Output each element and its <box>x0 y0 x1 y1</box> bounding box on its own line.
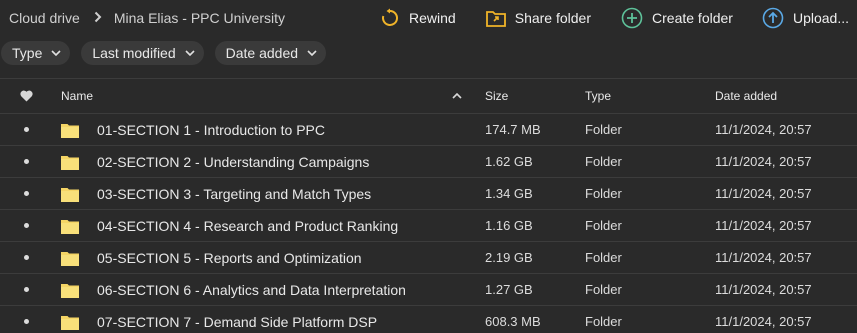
upload-button[interactable]: Upload... <box>762 7 849 29</box>
table-row[interactable]: 07-SECTION 7 - Demand Side Platform DSP … <box>0 306 857 333</box>
type-column-header[interactable]: Type <box>585 89 715 103</box>
create-folder-label: Create folder <box>652 10 733 26</box>
favourite-dot-icon[interactable] <box>23 255 29 260</box>
filter-last-modified[interactable]: Last modified <box>81 41 204 65</box>
name-column-label: Name <box>61 89 94 103</box>
favourite-column-header[interactable] <box>0 90 56 102</box>
favourite-dot-icon[interactable] <box>23 191 29 196</box>
filter-date-added[interactable]: Date added <box>214 41 327 65</box>
rewind-label: Rewind <box>409 10 456 26</box>
heart-icon <box>20 90 33 102</box>
chevron-right-icon <box>94 11 102 26</box>
file-name: 07-SECTION 7 - Demand Side Platform DSP <box>97 313 378 330</box>
breadcrumb: Cloud drive Mina Elias - PPC University <box>0 10 285 26</box>
file-size: 1.62 GB <box>485 154 533 169</box>
favourite-dot-icon[interactable] <box>23 127 29 132</box>
file-type: Folder <box>585 122 622 137</box>
chevron-down-icon <box>51 50 61 56</box>
filter-last-modified-label: Last modified <box>92 45 176 61</box>
file-name: 03-SECTION 3 - Targeting and Match Types <box>97 185 372 202</box>
file-name: 06-SECTION 6 - Analytics and Data Interp… <box>97 281 406 298</box>
table-row[interactable]: 01-SECTION 1 - Introduction to PPC 174.7… <box>0 114 857 146</box>
share-folder-button[interactable]: Share folder <box>485 9 592 27</box>
table-body: 01-SECTION 1 - Introduction to PPC 174.7… <box>0 114 857 333</box>
file-type: Folder <box>585 314 622 329</box>
file-date-added: 11/1/2024, 20:57 <box>715 186 812 201</box>
favourite-dot-icon[interactable] <box>23 319 29 324</box>
share-folder-icon <box>485 9 506 27</box>
date-added-column-header[interactable]: Date added <box>715 89 857 103</box>
folder-icon <box>61 251 79 266</box>
file-name: 01-SECTION 1 - Introduction to PPC <box>97 121 325 138</box>
table-row[interactable]: 02-SECTION 2 - Understanding Campaigns 1… <box>0 146 857 178</box>
upload-label: Upload... <box>792 10 849 26</box>
file-date-added: 11/1/2024, 20:57 <box>715 218 812 233</box>
plus-circle-icon <box>621 7 643 29</box>
file-name: 04-SECTION 4 - Research and Product Rank… <box>97 217 399 234</box>
folder-icon <box>61 155 79 170</box>
chevron-down-icon <box>185 50 195 56</box>
filter-date-added-label: Date added <box>225 45 299 61</box>
file-size: 1.16 GB <box>485 218 533 233</box>
size-column-header[interactable]: Size <box>485 89 585 103</box>
filter-type[interactable]: Type <box>1 41 71 65</box>
file-date-added: 11/1/2024, 20:57 <box>715 314 812 329</box>
folder-icon <box>61 315 79 330</box>
file-type: Folder <box>585 218 622 233</box>
file-name: 05-SECTION 5 - Reports and Optimization <box>97 249 362 266</box>
file-size: 608.3 MB <box>485 314 541 329</box>
share-folder-label: Share folder <box>514 10 592 26</box>
file-type: Folder <box>585 186 622 201</box>
file-date-added: 11/1/2024, 20:57 <box>715 154 812 169</box>
file-type: Folder <box>585 250 622 265</box>
table-header: Name Size Type Date added <box>0 78 857 114</box>
filter-type-label: Type <box>12 45 43 61</box>
file-date-added: 11/1/2024, 20:57 <box>715 122 812 137</box>
favourite-dot-icon[interactable] <box>23 223 29 228</box>
upload-icon <box>762 7 784 29</box>
table-row[interactable]: 05-SECTION 5 - Reports and Optimization … <box>0 242 857 274</box>
top-bar: Cloud drive Mina Elias - PPC University … <box>0 0 857 36</box>
table-row[interactable]: 03-SECTION 3 - Targeting and Match Types… <box>0 178 857 210</box>
folder-icon <box>61 123 79 138</box>
create-folder-button[interactable]: Create folder <box>621 7 733 29</box>
rewind-icon <box>380 8 400 28</box>
rewind-button[interactable]: Rewind <box>380 8 456 28</box>
breadcrumb-root[interactable]: Cloud drive <box>9 10 80 26</box>
file-size: 2.19 GB <box>485 250 533 265</box>
sort-ascending-icon[interactable] <box>452 93 462 99</box>
filter-bar: Type Last modified Date added <box>0 41 337 67</box>
folder-icon <box>61 283 79 298</box>
name-column-header[interactable]: Name <box>56 89 485 103</box>
table-row[interactable]: 04-SECTION 4 - Research and Product Rank… <box>0 210 857 242</box>
table-row[interactable]: 06-SECTION 6 - Analytics and Data Interp… <box>0 274 857 306</box>
file-size: 1.27 GB <box>485 282 533 297</box>
file-date-added: 11/1/2024, 20:57 <box>715 250 812 265</box>
file-size: 174.7 MB <box>485 122 541 137</box>
chevron-down-icon <box>307 50 317 56</box>
toolbar-actions: Rewind Share folder Create folder Upload… <box>380 0 857 36</box>
folder-icon <box>61 187 79 202</box>
file-size: 1.34 GB <box>485 186 533 201</box>
file-date-added: 11/1/2024, 20:57 <box>715 282 812 297</box>
file-table: Name Size Type Date added 01-SECTION 1 -… <box>0 78 857 333</box>
file-name: 02-SECTION 2 - Understanding Campaigns <box>97 153 370 170</box>
favourite-dot-icon[interactable] <box>23 159 29 164</box>
file-type: Folder <box>585 154 622 169</box>
favourite-dot-icon[interactable] <box>23 287 29 292</box>
file-type: Folder <box>585 282 622 297</box>
breadcrumb-current[interactable]: Mina Elias - PPC University <box>114 10 285 26</box>
folder-icon <box>61 219 79 234</box>
